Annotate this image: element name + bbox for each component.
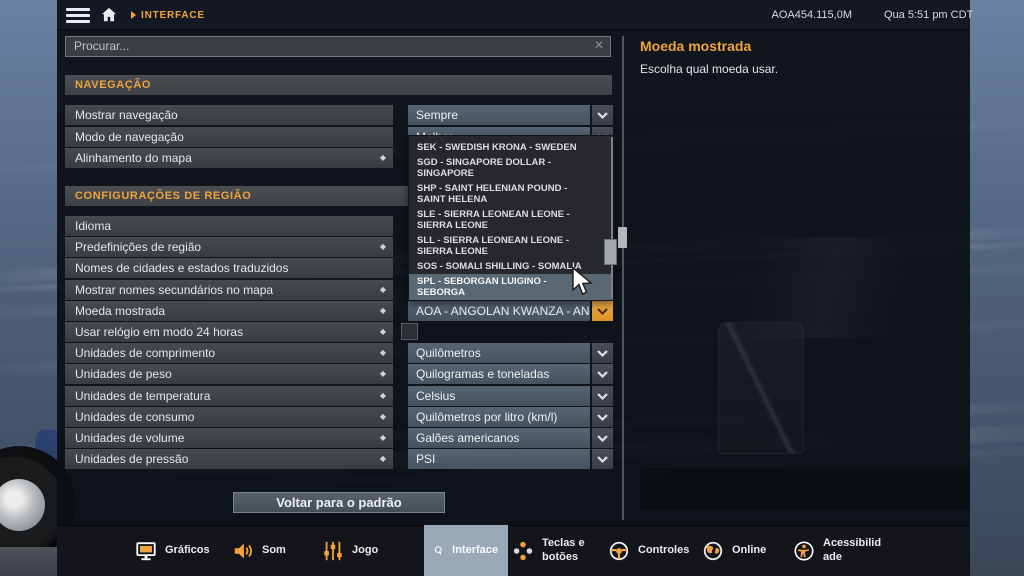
dropdown-mostrar-navegacao[interactable]: Sempre — [408, 105, 590, 125]
reset-default-button[interactable]: Voltar para o padrão — [233, 492, 445, 513]
tab-interface[interactable]: Interface — [424, 525, 508, 576]
search-input[interactable]: Procurar... — [65, 36, 611, 57]
row-label-alinhamento-mapa[interactable]: Alinhamento do mapa ◆ — [65, 148, 393, 168]
row-label-volume[interactable]: Unidades de volume ◆ — [65, 428, 393, 448]
currency-option[interactable]: SEK - SWEDISH KRONA - SWEDEN — [409, 140, 613, 155]
row-label-nomes-cidades[interactable]: Nomes de cidades e estados traduzidos — [65, 258, 393, 278]
section-header-navigation: NAVEGAÇÃO — [65, 75, 612, 95]
chevron-down-icon-active[interactable] — [592, 301, 613, 321]
chevron-down-icon[interactable] — [592, 449, 613, 469]
speaker-icon — [234, 543, 252, 558]
accessibility-icon — [794, 540, 814, 561]
expand-diamond-icon: ◆ — [379, 391, 386, 400]
row-label-consumo[interactable]: Unidades de consumo ◆ — [65, 407, 393, 427]
dropdown-peso[interactable]: Quilogramas e toneladas — [408, 364, 590, 384]
help-description: Escolha qual moeda usar. — [640, 62, 779, 76]
row-label-nomes-secundarios[interactable]: Mostrar nomes secundários no mapa ◆ — [65, 280, 393, 300]
dropdown-consumo[interactable]: Quilômetros por litro (km/l) — [408, 407, 590, 427]
row-label-pressao[interactable]: Unidades de pressão ◆ — [65, 449, 393, 469]
expand-diamond-icon: ◆ — [379, 306, 386, 315]
help-title: Moeda mostrada — [640, 38, 752, 54]
globe-icon — [703, 541, 723, 560]
clock-display: Qua 5:51 pm CDT — [884, 9, 974, 21]
gamepad-buttons-icon — [513, 541, 533, 560]
monitor-icon — [136, 541, 156, 560]
menu-icon[interactable] — [66, 8, 90, 23]
search-clear-icon[interactable]: ✕ — [594, 38, 604, 52]
dropdown-comprimento[interactable]: Quilômetros — [408, 343, 590, 363]
dropdown-moeda-selected[interactable]: AOA - ANGOLAN KWANZA - ANGOLA — [408, 301, 590, 321]
home-icon[interactable] — [99, 5, 119, 30]
panel-scrollbar-track[interactable] — [622, 36, 624, 520]
mouse-cursor — [570, 266, 596, 301]
expand-diamond-icon: ◆ — [379, 153, 386, 162]
dropdown-pressao[interactable]: PSI — [408, 449, 590, 469]
tab-teclas-botoes[interactable]: Teclas e botões — [512, 525, 592, 576]
tab-controles[interactable]: Controles — [608, 525, 689, 576]
chevron-down-icon[interactable] — [592, 343, 613, 363]
row-label-temperatura[interactable]: Unidades de temperatura ◆ — [65, 386, 393, 406]
expand-diamond-icon: ◆ — [379, 242, 386, 251]
currency-option[interactable]: SHP - SAINT HELENIAN POUND - SAINT HELEN… — [409, 181, 613, 207]
currency-option[interactable]: SLL - SIERRA LEONEAN LEONE - SIERRA LEON… — [409, 233, 613, 259]
row-label-peso[interactable]: Unidades de peso ◆ — [65, 364, 393, 384]
dropdown-temperatura[interactable]: Celsius — [408, 386, 590, 406]
sliders-icon — [324, 541, 342, 560]
expand-diamond-icon: ◆ — [379, 348, 386, 357]
chevron-down-icon[interactable] — [592, 428, 613, 448]
chevron-down-icon[interactable] — [592, 407, 613, 427]
chevron-down-icon[interactable] — [592, 386, 613, 406]
row-label-idioma[interactable]: Idioma — [65, 216, 393, 236]
expand-diamond-icon: ◆ — [379, 433, 386, 442]
row-label-mostrar-navegacao[interactable]: Mostrar navegação — [65, 105, 393, 125]
truck-bumper-silhouette — [640, 468, 970, 510]
breadcrumb: INTERFACE — [141, 10, 205, 21]
cursor-circle-icon — [434, 546, 443, 556]
expand-diamond-icon: ◆ — [379, 285, 386, 294]
interface-options-screen: INTERFACE AOA454.115,0M Qua 5:51 pm CDT … — [0, 0, 1024, 576]
truck-grille-silhouette — [718, 322, 804, 454]
row-label-comprimento[interactable]: Unidades de comprimento ◆ — [65, 343, 393, 363]
expand-diamond-icon: ◆ — [379, 412, 386, 421]
checkbox-relogio-24h[interactable] — [401, 323, 418, 340]
dropdown-scrollbar-thumb[interactable] — [604, 239, 617, 265]
row-label-relogio-24h[interactable]: Usar relógio em modo 24 horas ◆ — [65, 322, 393, 342]
expand-diamond-icon: ◆ — [379, 327, 386, 336]
row-label-modo-navegacao[interactable]: Modo de navegação — [65, 127, 393, 147]
tab-jogo[interactable]: Jogo — [322, 525, 378, 576]
tab-online[interactable]: Online — [702, 525, 766, 576]
steering-wheel-icon — [609, 541, 629, 560]
tab-acessibilidade[interactable]: Acessibilidade — [793, 525, 887, 576]
expand-diamond-icon: ◆ — [379, 454, 386, 463]
chevron-down-icon[interactable] — [592, 364, 613, 384]
road — [0, 547, 57, 576]
tab-som[interactable]: Som — [232, 525, 286, 576]
tab-graficos[interactable]: Gráficos — [135, 525, 210, 576]
chevron-down-icon[interactable] — [592, 105, 613, 125]
row-label-predefinicoes[interactable]: Predefinições de região ◆ — [65, 237, 393, 257]
dropdown-scrollbar-track[interactable] — [611, 137, 613, 298]
expand-diamond-icon: ◆ — [379, 369, 386, 378]
currency-option[interactable]: SGD - SINGAPORE DOLLAR - SINGAPORE — [409, 155, 613, 181]
money-display: AOA454.115,0M — [771, 9, 852, 21]
row-label-moeda-mostrada[interactable]: Moeda mostrada ◆ — [65, 301, 393, 321]
currency-option[interactable]: SLE - SIERRA LEONEAN LEONE - SIERRA LEON… — [409, 207, 613, 233]
breadcrumb-arrow-icon — [131, 11, 136, 19]
panel-scrollbar-thumb[interactable] — [618, 227, 627, 248]
dropdown-volume[interactable]: Galões americanos — [408, 428, 590, 448]
